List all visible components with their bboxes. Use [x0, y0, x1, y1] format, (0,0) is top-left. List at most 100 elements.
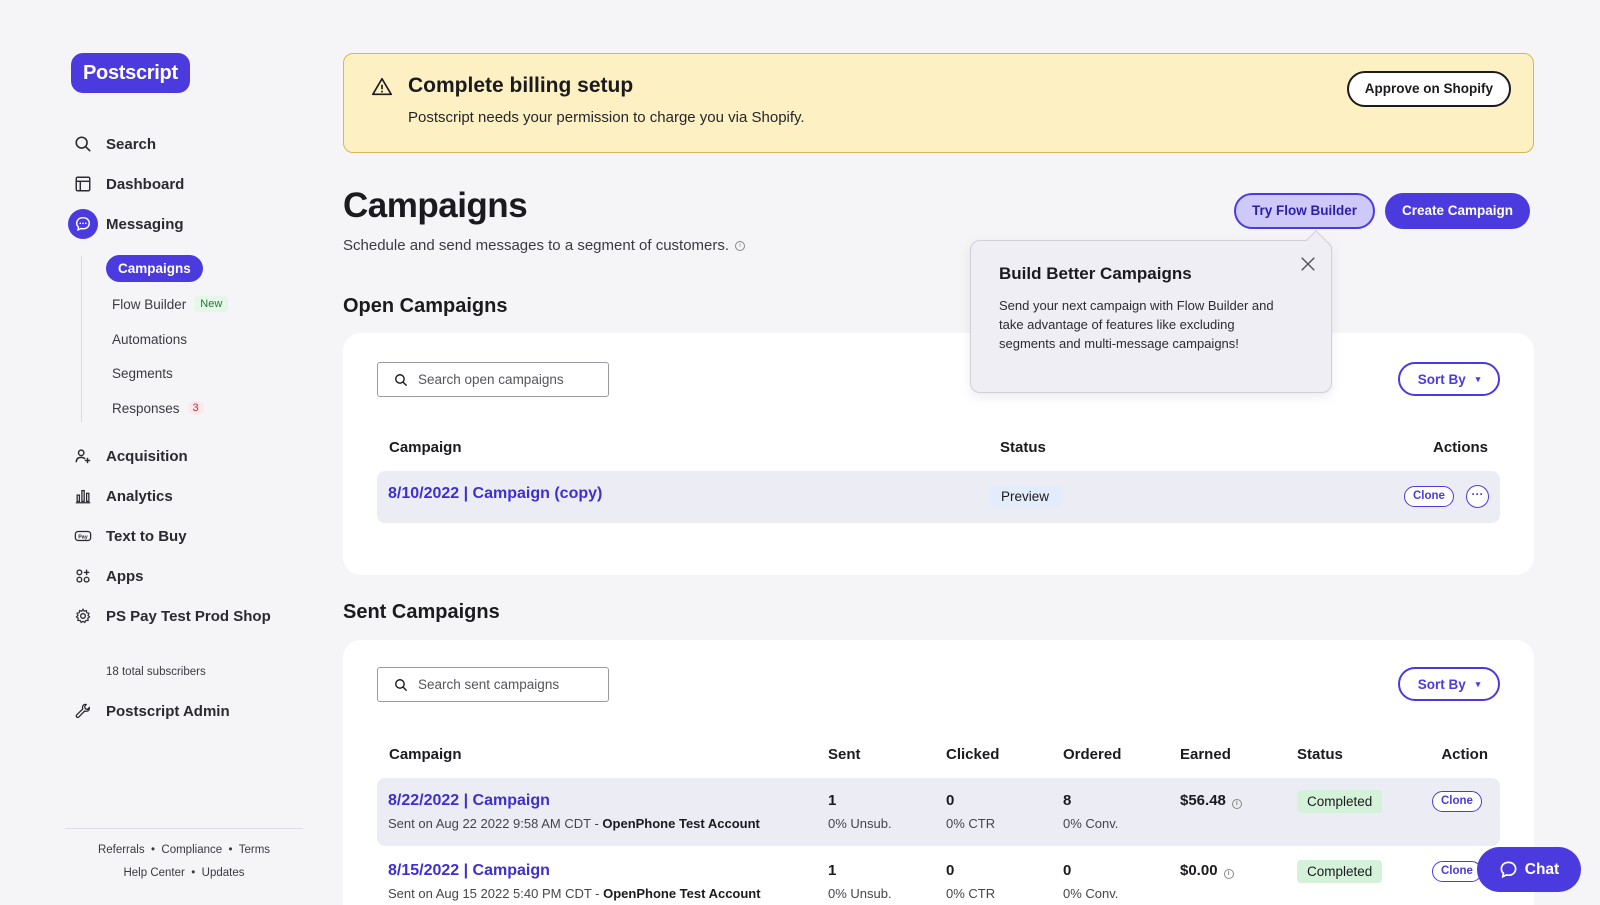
total-subscribers: 18 total subscribers: [106, 666, 206, 678]
clicked-count: 0: [946, 862, 955, 879]
close-icon[interactable]: [1299, 255, 1317, 273]
earned-value: $56.48: [1180, 792, 1226, 809]
pay-icon: Pay: [68, 521, 98, 551]
info-icon[interactable]: i: [1231, 799, 1242, 809]
nav-apps[interactable]: Apps: [68, 561, 144, 591]
info-icon[interactable]: i: [1223, 869, 1234, 879]
earned-amount: $56.48 i: [1180, 792, 1242, 809]
responses-count-badge: 3: [187, 401, 204, 415]
ordered-count: 0: [1063, 862, 1072, 879]
sort-by-label: Sort By: [1417, 676, 1466, 692]
status-badge: Completed: [1297, 790, 1383, 813]
chat-label: Chat: [1524, 860, 1560, 878]
popover-title: Build Better Campaigns: [999, 264, 1192, 283]
banner-description: Postscript needs your permission to char…: [408, 109, 805, 126]
more-options-button[interactable]: ···: [1466, 485, 1489, 508]
unsub-rate: 0% Unsub.: [828, 886, 892, 901]
header-actions: Actions: [1432, 439, 1488, 456]
subnav-responses[interactable]: Responses 3: [112, 396, 204, 420]
warning-icon: [372, 77, 392, 96]
nav-acquisition-label: Acquisition: [106, 447, 188, 465]
nav-analytics-label: Analytics: [106, 487, 173, 505]
footer-link-compliance[interactable]: Compliance: [161, 844, 222, 856]
search-placeholder: Search open campaigns: [418, 372, 564, 387]
acquisition-icon: [68, 441, 98, 471]
subnav-divider: [81, 256, 82, 422]
approve-on-shopify-button[interactable]: Approve on Shopify: [1346, 71, 1511, 107]
footer-link-help-center[interactable]: Help Center: [123, 867, 184, 879]
ctr-rate: 0% CTR: [946, 886, 996, 901]
nav-messaging[interactable]: Messaging: [68, 209, 184, 239]
nav-analytics[interactable]: Analytics: [68, 481, 173, 511]
sent-on-date: Sent on Aug 22 2022 9:58 AM CDT -: [388, 816, 603, 831]
campaign-link[interactable]: 8/22/2022 | Campaign: [388, 792, 550, 810]
info-icon[interactable]: i: [735, 240, 746, 251]
popover-arrow: [1306, 230, 1326, 250]
page-subtitle: Schedule and send messages to a segment …: [343, 237, 746, 254]
sent-account: OpenPhone Test Account: [602, 816, 760, 831]
sort-by-label: Sort By: [1417, 371, 1466, 387]
sidebar-divider: [65, 828, 303, 829]
campaign-link[interactable]: 8/10/2022 | Campaign (copy): [388, 485, 602, 503]
subnav-automations[interactable]: Automations: [112, 327, 187, 351]
footer-link-terms[interactable]: Terms: [239, 844, 270, 856]
nav-text-to-buy-label: Text to Buy: [106, 527, 187, 545]
search-sent-campaigns-input[interactable]: Search sent campaigns: [377, 667, 609, 702]
sort-by-button[interactable]: Sort By ▾: [1398, 362, 1500, 396]
sent-on-text: Sent on Aug 15 2022 5:40 PM CDT - OpenPh…: [388, 886, 761, 901]
nav-messaging-label: Messaging: [106, 215, 184, 233]
nav-acquisition[interactable]: Acquisition: [68, 441, 188, 471]
nav-dashboard[interactable]: Dashboard: [68, 169, 184, 199]
clone-button[interactable]: Clone: [1432, 791, 1482, 812]
header-ordered: Ordered: [1063, 746, 1122, 763]
footer-link-updates[interactable]: Updates: [202, 867, 245, 879]
clone-button[interactable]: Clone: [1404, 486, 1454, 507]
open-campaigns-title: Open Campaigns: [343, 295, 508, 317]
clone-button[interactable]: Clone: [1432, 861, 1482, 882]
apps-grid-icon: [68, 561, 98, 591]
postscript-logo[interactable]: Postscript: [71, 53, 190, 93]
header-sent: Sent: [828, 746, 861, 763]
wrench-icon: [68, 696, 98, 726]
header-earned: Earned: [1180, 746, 1231, 763]
nav-admin-label: Postscript Admin: [106, 702, 230, 720]
subnav-segments[interactable]: Segments: [112, 361, 173, 385]
nav-text-to-buy[interactable]: Pay Text to Buy: [68, 521, 187, 551]
nav-shop-label: PS Pay Test Prod Shop: [106, 607, 271, 625]
subnav-flow-builder[interactable]: Flow Builder New: [112, 292, 229, 316]
create-campaign-button[interactable]: Create Campaign: [1385, 193, 1531, 229]
nav-search[interactable]: Search: [68, 129, 156, 159]
header-campaign: Campaign: [389, 439, 462, 456]
status-badge: Completed: [1297, 860, 1383, 883]
campaign-link[interactable]: 8/15/2022 | Campaign: [388, 862, 550, 880]
footer-separator: •: [191, 867, 196, 879]
footer-separator: •: [228, 844, 233, 856]
search-icon: [68, 129, 98, 159]
new-badge: New: [194, 296, 229, 312]
header-status: Status: [1297, 746, 1343, 763]
chat-button[interactable]: Chat: [1477, 847, 1581, 892]
subnav-campaigns[interactable]: Campaigns: [106, 255, 203, 282]
gear-icon: [68, 601, 98, 631]
sent-on-text: Sent on Aug 22 2022 9:58 AM CDT - OpenPh…: [388, 816, 760, 831]
nav-postscript-admin[interactable]: Postscript Admin: [68, 696, 230, 726]
table-row: 8/15/2022 | Campaign Sent on Aug 15 2022…: [377, 848, 1500, 905]
table-row: 8/10/2022 | Campaign (copy) Preview Clon…: [377, 471, 1500, 523]
conv-rate: 0% Conv.: [1063, 886, 1119, 901]
page-title: Campaigns: [343, 186, 528, 225]
footer-link-referrals[interactable]: Referrals: [98, 844, 145, 856]
sent-campaigns-card: Search sent campaigns Sort By ▾ Campaign…: [343, 640, 1534, 905]
sent-campaigns-title: Sent Campaigns: [343, 601, 500, 623]
banner-title: Complete billing setup: [408, 74, 634, 97]
sort-by-button[interactable]: Sort By ▾: [1398, 667, 1500, 701]
nav-dashboard-label: Dashboard: [106, 175, 185, 193]
open-campaigns-card: Search open campaigns Sort By ▾ Campaign…: [343, 333, 1534, 575]
try-flow-builder-button[interactable]: Try Flow Builder: [1234, 193, 1376, 229]
ordered-count: 8: [1063, 792, 1072, 809]
nav-shop-settings[interactable]: PS Pay Test Prod Shop: [68, 601, 271, 631]
search-icon: [395, 373, 408, 386]
nav-search-label: Search: [106, 135, 157, 153]
table-row: 8/22/2022 | Campaign Sent on Aug 22 2022…: [377, 778, 1500, 846]
bar-chart-icon: [68, 481, 98, 511]
search-open-campaigns-input[interactable]: Search open campaigns: [377, 362, 609, 397]
